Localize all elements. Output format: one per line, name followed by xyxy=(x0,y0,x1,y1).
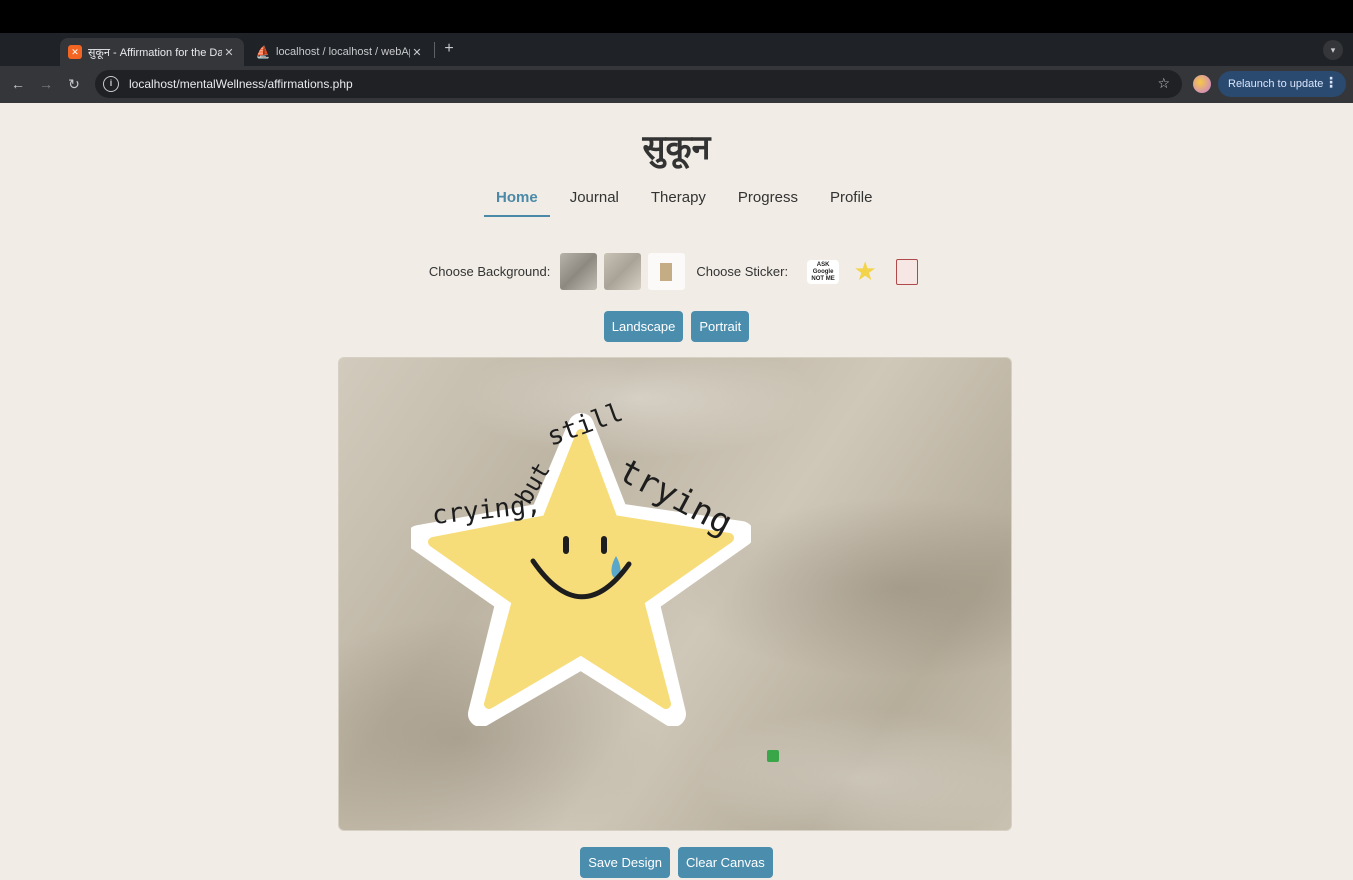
tab-title: सुकून - Affirmation for the Day xyxy=(88,46,222,59)
portrait-button[interactable]: Portrait xyxy=(691,311,750,342)
action-row: Save Design Clear Canvas xyxy=(0,847,1353,878)
site-logo[interactable]: सुकून xyxy=(0,123,1353,169)
xampp-icon: ✕ xyxy=(68,45,82,59)
window-top-bar xyxy=(0,0,1353,33)
nav-profile[interactable]: Profile xyxy=(830,187,873,217)
sticker-option-note[interactable] xyxy=(890,255,924,289)
bookmark-star-icon[interactable]: ☆ xyxy=(1157,75,1170,92)
menu-dots-icon[interactable]: ⋮ xyxy=(1324,74,1338,91)
url-text: localhost/mentalWellness/affirmations.ph… xyxy=(129,77,353,91)
nav-therapy[interactable]: Therapy xyxy=(651,187,706,217)
choose-sticker-label: Choose Sticker: xyxy=(696,264,789,279)
reload-icon[interactable]: ↻ xyxy=(64,74,84,94)
phpmyadmin-icon: ⛵ xyxy=(255,45,271,59)
profile-avatar[interactable] xyxy=(1193,75,1211,93)
sticker-option-google[interactable]: ASK Google NOT ME xyxy=(806,255,840,289)
background-option-3[interactable] xyxy=(648,253,686,290)
star-right-eye xyxy=(601,536,607,554)
choose-background-label: Choose Background: xyxy=(428,264,551,279)
forward-icon[interactable]: → xyxy=(36,74,56,94)
resize-handle[interactable] xyxy=(767,750,779,762)
close-icon[interactable]: ✕ xyxy=(222,46,236,59)
background-option-2[interactable] xyxy=(604,253,642,290)
star-left-eye xyxy=(563,536,569,554)
tab-search-icon[interactable]: ▾ xyxy=(1323,40,1343,60)
tab-title: localhost / localhost / webApp xyxy=(276,46,410,58)
landscape-button[interactable]: Landscape xyxy=(603,311,684,342)
browser-toolbar: ← → ↻ i localhost/mentalWellness/affirma… xyxy=(0,66,1353,103)
relaunch-button[interactable]: Relaunch to update ⋮ xyxy=(1218,71,1346,97)
nav-home[interactable]: Home xyxy=(484,187,550,217)
clear-canvas-button[interactable]: Clear Canvas xyxy=(677,847,773,878)
star-icon: ★ xyxy=(853,256,877,286)
tab-divider xyxy=(434,42,435,58)
new-tab-button[interactable]: + xyxy=(440,39,458,59)
tab-strip: ✕ सुकून - Affirmation for the Day ✕ ⛵ lo… xyxy=(0,33,1353,66)
sticker-option-star[interactable]: ★ xyxy=(848,255,882,289)
tab-affirmation[interactable]: ✕ सुकून - Affirmation for the Day ✕ xyxy=(60,38,244,66)
page: सुकून Home Journal Therapy Progress Prof… xyxy=(0,103,1353,880)
address-bar[interactable]: i localhost/mentalWellness/affirmations.… xyxy=(95,70,1182,98)
background-option-1[interactable] xyxy=(560,253,598,290)
main-nav: Home Journal Therapy Progress Profile xyxy=(484,187,904,217)
crying-star-sticker[interactable]: crying, but still trying xyxy=(411,396,751,726)
orientation-row: Landscape Portrait xyxy=(0,311,1353,342)
relaunch-label: Relaunch to update xyxy=(1228,78,1324,90)
picker-row: Choose Background: Choose Sticker: ASK G… xyxy=(0,253,1353,290)
save-design-button[interactable]: Save Design xyxy=(580,847,670,878)
design-canvas[interactable]: crying, but still trying xyxy=(338,357,1012,831)
close-icon[interactable]: ✕ xyxy=(410,46,424,59)
nav-journal[interactable]: Journal xyxy=(570,187,619,217)
sticker-google-text: ASK Google NOT ME xyxy=(807,259,840,284)
tab-phpmyadmin[interactable]: ⛵ localhost / localhost / webApp ✕ xyxy=(248,38,432,66)
note-icon xyxy=(896,258,919,285)
nav-progress[interactable]: Progress xyxy=(738,187,798,217)
info-icon[interactable]: i xyxy=(103,76,119,92)
back-icon[interactable]: ← xyxy=(8,74,28,94)
